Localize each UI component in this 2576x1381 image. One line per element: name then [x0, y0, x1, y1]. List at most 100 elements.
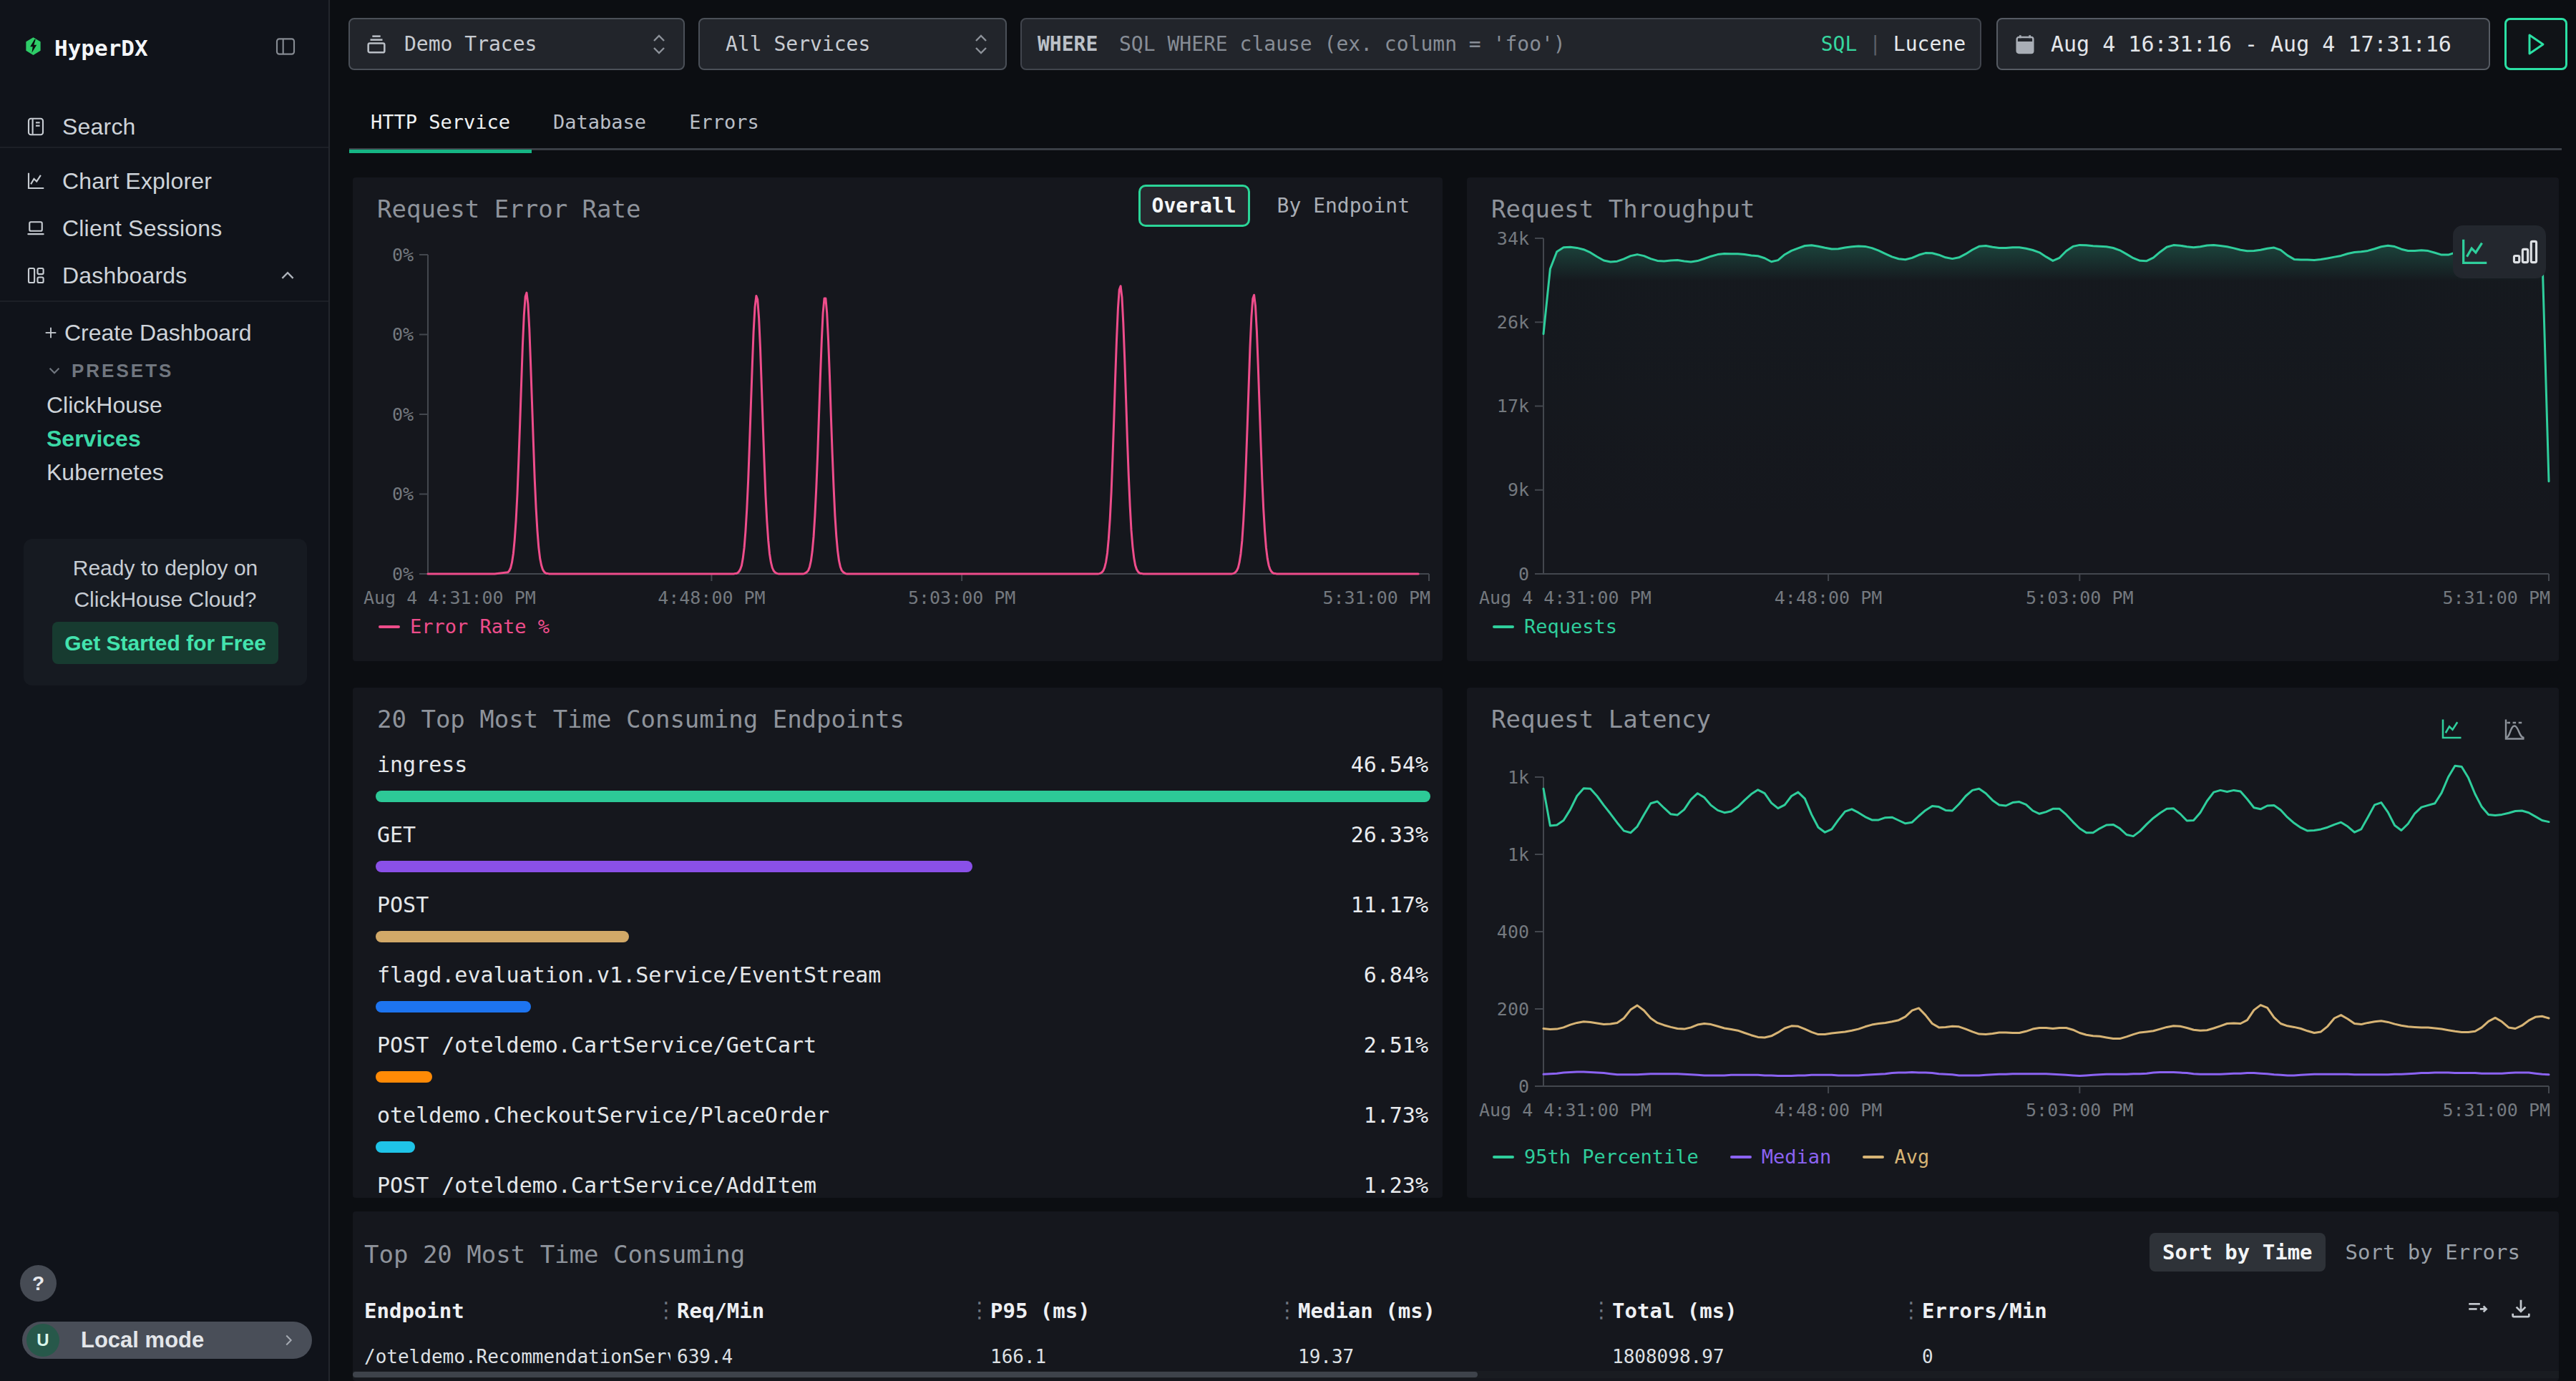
endpoint-label: POST: [377, 892, 429, 917]
endpoint-label: POST /oteldemo.CartService/GetCart: [377, 1033, 816, 1058]
sidebar-collapse-icon[interactable]: [274, 35, 297, 58]
app-title: HyperDX: [54, 35, 148, 61]
play-icon: [2525, 32, 2547, 57]
drag-handle-icon[interactable]: ⋮: [1901, 1297, 1908, 1322]
sort-button-sort-by-time[interactable]: Sort by Time: [2150, 1233, 2326, 1272]
endpoint-percent: 26.33%: [1351, 822, 1428, 847]
sidebar-item-chart-explorer[interactable]: Chart Explorer: [0, 157, 328, 205]
sidebar-item-kubernetes[interactable]: Kubernetes: [0, 456, 328, 489]
source-select-value: Demo Traces: [404, 32, 537, 56]
endpoint-row[interactable]: GET26.33%: [377, 806, 1418, 877]
plus-icon: [43, 325, 59, 341]
svg-text:0%: 0%: [392, 484, 414, 504]
table-scrollbar-thumb[interactable]: [353, 1372, 1478, 1377]
svg-text:Aug 4 4:31:00 PM: Aug 4 4:31:00 PM: [1479, 1100, 1652, 1121]
service-select[interactable]: All Services: [698, 18, 1007, 70]
endpoint-row[interactable]: oteldemo.CheckoutService/PlaceOrder1.73%: [377, 1087, 1418, 1157]
select-chevrons-icon: [650, 32, 668, 57]
sidebar-item-dashboards[interactable]: Dashboards: [0, 252, 328, 299]
svg-text:4:48:00 PM: 4:48:00 PM: [1775, 1100, 1883, 1121]
chart-legend: Error Rate %: [379, 615, 550, 638]
get-started-button[interactable]: Get Started for Free: [52, 622, 278, 664]
svg-text:5:03:00 PM: 5:03:00 PM: [908, 587, 1016, 608]
endpoints-table: Endpoint Req/Min ⋮ P95 (ms) ⋮ Median (ms) ⋮ Tot…: [364, 1286, 2547, 1381]
endpoint-label: flagd.evaluation.v1.Service/EventStream: [377, 962, 881, 987]
sidebar: HyperDX Search Chart Explorer Client Sessi…: [0, 0, 330, 1381]
user-menu[interactable]: U Local mode: [22, 1322, 312, 1359]
sidebar-item-search[interactable]: Search: [0, 103, 328, 150]
legend-swatch: [1730, 1156, 1752, 1158]
sidebar-item-services[interactable]: Services: [0, 422, 328, 456]
endpoint-percent: 6.84%: [1364, 962, 1428, 987]
preset-label: Kubernetes: [47, 459, 164, 486]
chart-legend: Requests: [1493, 615, 1617, 638]
endpoint-bar-list: ingress46.54%GET26.33%POST11.17%flagd.ev…: [377, 736, 1418, 1198]
run-query-button[interactable]: [2504, 18, 2567, 70]
table-cell: 166.1: [990, 1346, 1046, 1367]
panel-title: Top 20 Most Time Consuming: [364, 1240, 745, 1269]
table-cell: 1808098.97: [1612, 1346, 1724, 1367]
sort-button-sort-by-errors[interactable]: Sort by Errors: [2333, 1233, 2533, 1272]
svg-text:0: 0: [1518, 1076, 1529, 1097]
table-scrollbar: [353, 1371, 2559, 1378]
endpoint-row[interactable]: flagd.evaluation.v1.Service/EventStream6…: [377, 947, 1418, 1017]
endpoint-label: GET: [377, 822, 416, 847]
sidebar-item-create-dashboard[interactable]: Create Dashboard: [0, 313, 328, 353]
preset-label: Services: [47, 426, 141, 452]
where-label: WHERE: [1038, 32, 1098, 56]
source-select[interactable]: Demo Traces: [348, 18, 685, 70]
drag-handle-icon[interactable]: ⋮: [655, 1297, 663, 1322]
panel-top-endpoints: 20 Top Most Time Consuming Endpoints ing…: [353, 688, 1443, 1198]
endpoint-row[interactable]: POST11.17%: [377, 877, 1418, 947]
endpoint-row[interactable]: ingress46.54%: [377, 736, 1418, 806]
sidebar-item-clickhouse[interactable]: ClickHouse: [0, 389, 328, 422]
legend-swatch: [1493, 625, 1514, 628]
error_rate-svg: 0%0%0%0%0%Aug 4 4:31:00 PM4:48:00 PM5:03…: [353, 177, 1443, 661]
legend-label: Requests: [1524, 615, 1617, 638]
drag-handle-icon[interactable]: ⋮: [1277, 1297, 1284, 1322]
query-language-toggle[interactable]: SQL | Lucene: [1821, 32, 1966, 56]
column-header-median-ms-[interactable]: Median (ms): [1298, 1299, 1435, 1323]
legend-label: Avg: [1894, 1146, 1929, 1168]
line-chart-icon[interactable]: [2458, 235, 2491, 268]
legend-label: Error Rate %: [410, 615, 550, 638]
drag-handle-icon[interactable]: ⋮: [1591, 1297, 1598, 1322]
svg-text:17k: 17k: [1497, 396, 1529, 416]
tab-errors[interactable]: Errors: [668, 93, 781, 150]
journal-icon: [24, 114, 48, 139]
endpoint-percent: 46.54%: [1351, 752, 1428, 777]
panel-top-time-consuming-table: Top 20 Most Time Consuming Sort by TimeS…: [353, 1211, 2559, 1381]
help-button[interactable]: ?: [20, 1265, 57, 1302]
app-root: HyperDX Search Chart Explorer Client Sessi…: [0, 0, 2576, 1381]
svg-text:4:48:00 PM: 4:48:00 PM: [658, 587, 766, 608]
column-header-total-ms-[interactable]: Total (ms): [1612, 1299, 1737, 1323]
column-header-errors-min[interactable]: Errors/Min: [1922, 1299, 2047, 1323]
tab-database[interactable]: Database: [532, 93, 668, 150]
svg-text:5:03:00 PM: 5:03:00 PM: [2026, 1100, 2134, 1121]
legend-item: Avg: [1863, 1146, 1929, 1168]
sidebar-item-client-sessions[interactable]: Client Sessions: [0, 205, 328, 252]
drag-handle-icon[interactable]: ⋮: [969, 1297, 976, 1322]
column-header-p95-ms-[interactable]: P95 (ms): [990, 1299, 1091, 1323]
table-cell: 639.4: [677, 1346, 733, 1367]
svg-text:0%: 0%: [392, 404, 414, 425]
table-cell: 19.37: [1298, 1346, 1354, 1367]
endpoint-row[interactable]: POST /oteldemo.CartService/GetCart2.51%: [377, 1017, 1418, 1087]
column-header-endpoint[interactable]: Endpoint: [364, 1299, 464, 1323]
column-header-req-min[interactable]: Req/Min: [677, 1299, 764, 1323]
bar-chart-icon[interactable]: [2509, 236, 2541, 268]
tab-http-service[interactable]: HTTP Service: [349, 93, 532, 150]
svg-text:0: 0: [1518, 564, 1529, 585]
svg-text:34k: 34k: [1497, 228, 1529, 249]
where-input[interactable]: WHERE SQL WHERE clause (ex. column = 'fo…: [1020, 18, 1981, 70]
endpoint-row[interactable]: POST /oteldemo.CartService/AddItem1.23%: [377, 1157, 1418, 1198]
sidebar-item-label: Chart Explorer: [62, 168, 212, 195]
endpoint-bar: [376, 1001, 531, 1012]
time-range-input[interactable]: Aug 4 16:31:16 - Aug 4 17:31:16: [1996, 18, 2490, 70]
svg-text:26k: 26k: [1497, 312, 1529, 333]
svg-text:400: 400: [1497, 922, 1529, 942]
chevron-right-icon: [280, 1332, 296, 1348]
sidebar-presets-toggle[interactable]: PRESETS: [0, 353, 328, 388]
svg-text:0%: 0%: [392, 564, 414, 585]
chevron-down-icon: [47, 363, 62, 379]
